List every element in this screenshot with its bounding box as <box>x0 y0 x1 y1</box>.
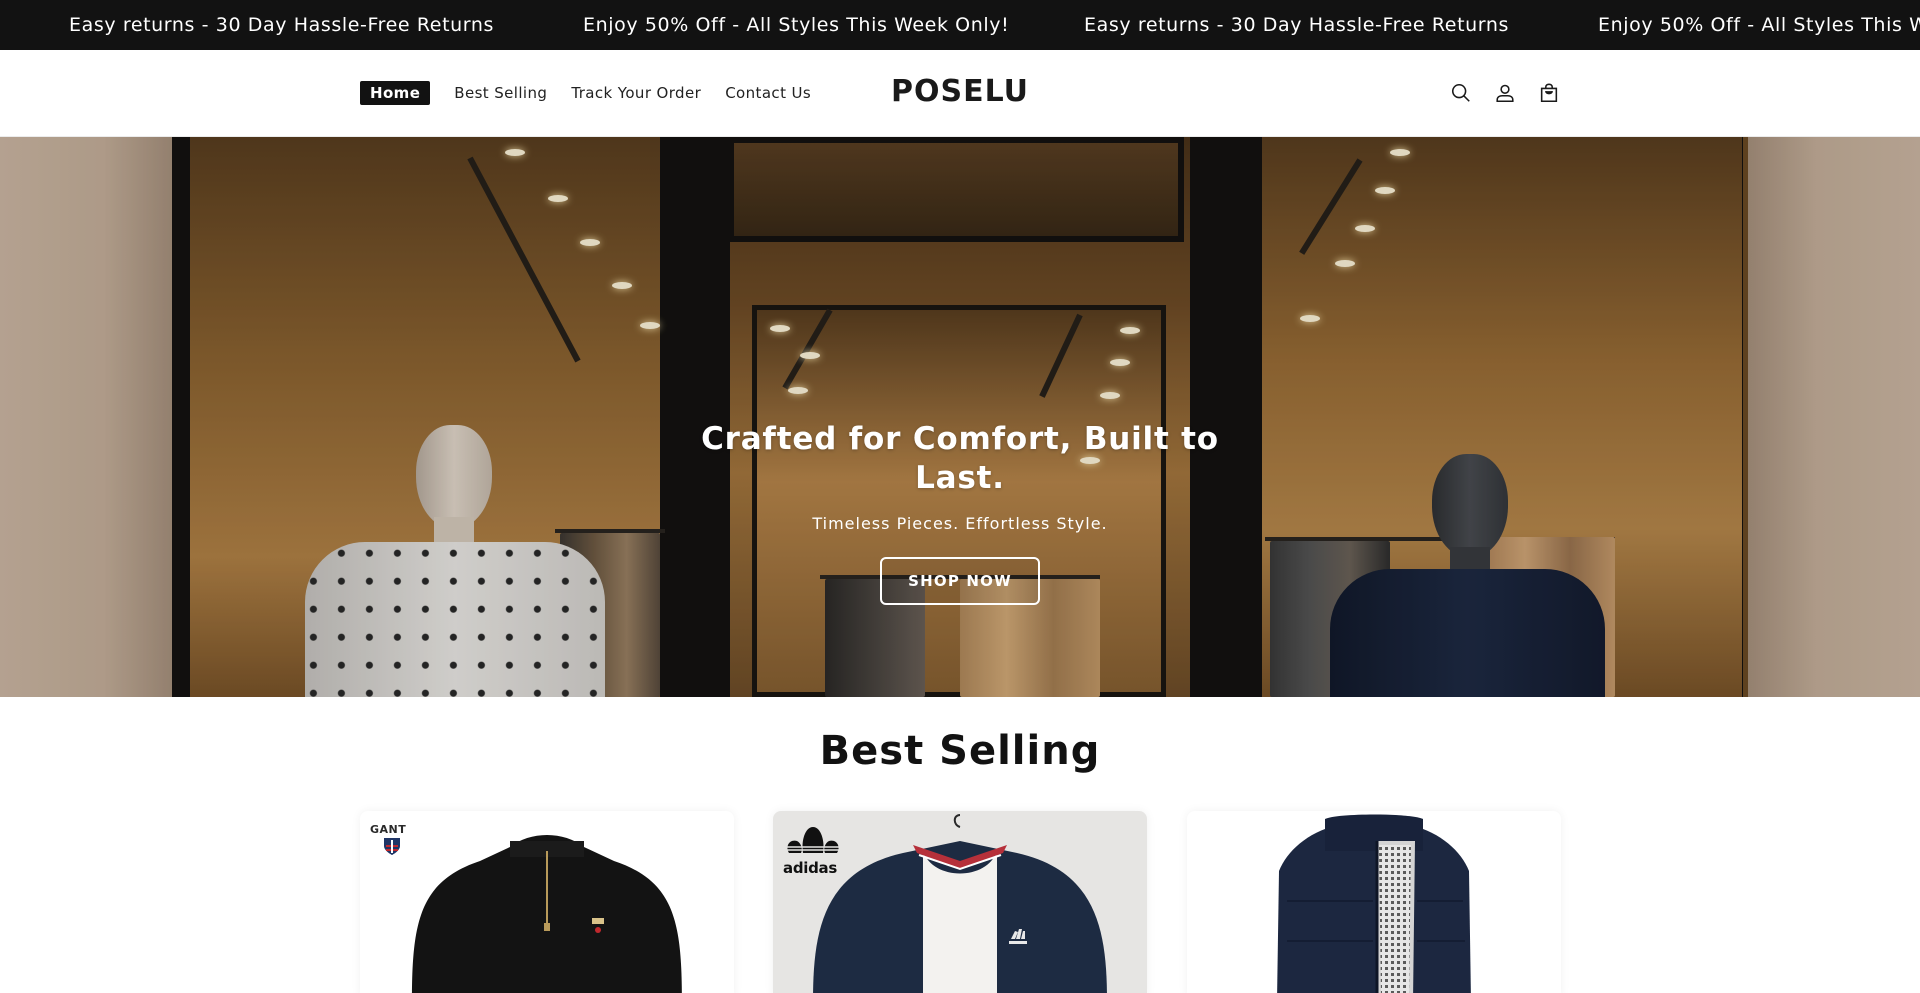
trefoil-icon <box>787 827 839 853</box>
product-card[interactable] <box>1187 811 1561 993</box>
best-selling-title: Best Selling <box>819 728 1101 774</box>
site-header: Home Best Selling Track Your Order Conta… <box>0 50 1920 137</box>
nav-best-selling[interactable]: Best Selling <box>454 81 547 105</box>
account-icon[interactable] <box>1490 78 1520 108</box>
product-image <box>412 835 682 993</box>
product-card[interactable]: GANT <box>360 811 734 993</box>
announcement-item: Enjoy 50% Off - All Styles This Week Onl… <box>583 14 1010 36</box>
hero-content: Crafted for Comfort, Built to Last. Time… <box>660 420 1260 605</box>
logo-wrapper: POSELU <box>0 74 1920 109</box>
nav-home[interactable]: Home <box>360 81 431 105</box>
main-nav: Home Best Selling Track Your Order Conta… <box>360 80 835 106</box>
adidas-logo: adidas <box>783 823 843 877</box>
nav-contact-us[interactable]: Contact Us <box>725 81 811 105</box>
search-icon[interactable] <box>1446 78 1476 108</box>
header-icons <box>1446 78 1578 108</box>
product-image <box>1277 814 1471 993</box>
hero-overlay <box>0 137 1920 697</box>
shop-now-button[interactable]: SHOP NOW <box>880 557 1040 605</box>
product-card[interactable]: adidas <box>773 811 1147 993</box>
announcement-item: Easy returns - 30 Day Hassle-Free Return… <box>69 14 494 36</box>
brand-label: adidas <box>783 859 837 877</box>
product-grid: GANT adidas <box>360 811 1561 993</box>
nav-track-your-order[interactable]: Track Your Order <box>571 81 701 105</box>
cart-icon[interactable] <box>1534 78 1564 108</box>
hero-subtitle: Timeless Pieces. Effortless Style. <box>812 514 1108 533</box>
announcement-item: Enjoy 50% Off - All Styles This Week Onl… <box>1598 14 1920 36</box>
announcement-bar: Easy returns - 30 Day Hassle-Free Return… <box>0 0 1920 50</box>
hero-title: Crafted for Comfort, Built to Last. <box>701 421 1219 496</box>
hero-banner: Crafted for Comfort, Built to Last. Time… <box>0 137 1920 697</box>
announcement-item: Easy returns - 30 Day Hassle-Free Return… <box>1084 14 1509 36</box>
site-logo[interactable]: POSELU <box>891 74 1029 109</box>
